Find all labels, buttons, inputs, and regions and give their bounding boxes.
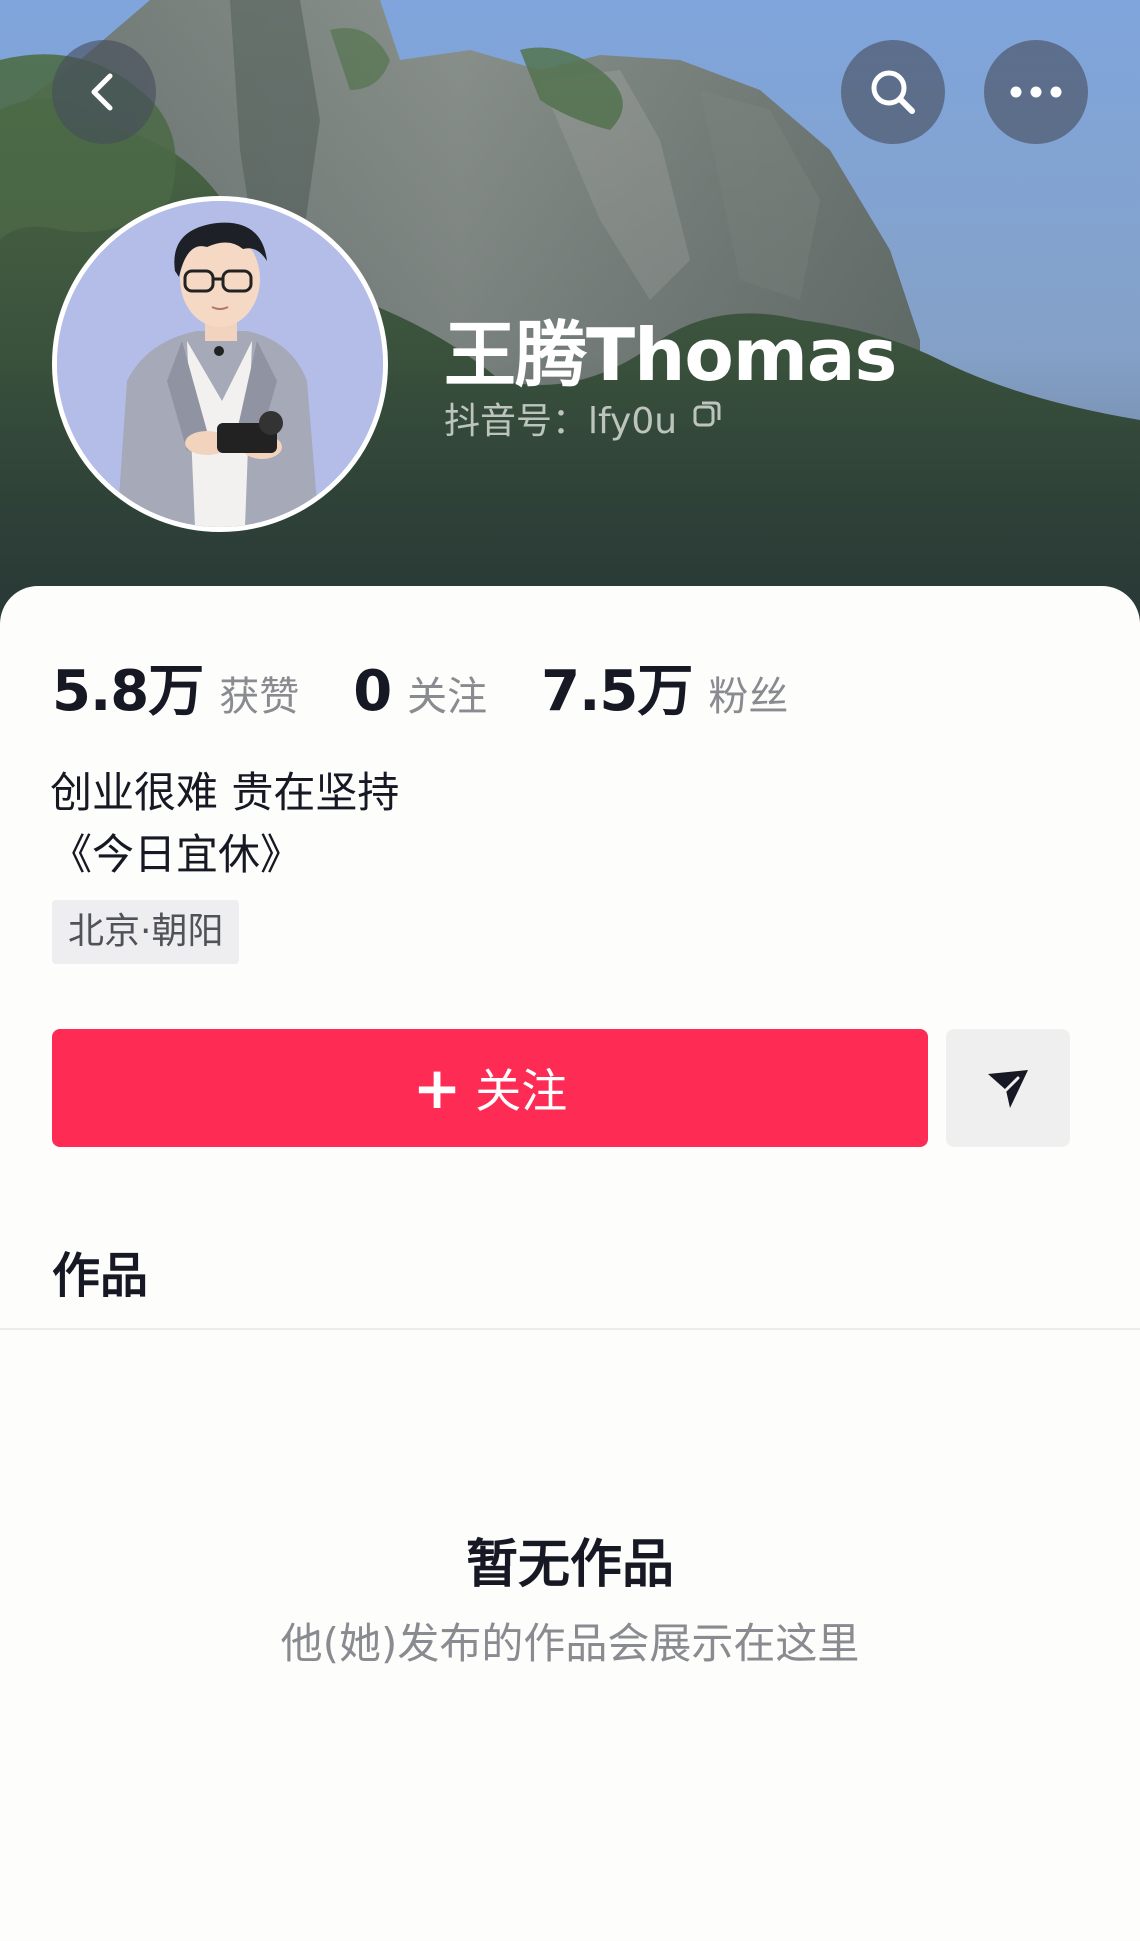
send-message-button[interactable] (946, 1029, 1070, 1147)
likes-count: 5.8万 (52, 659, 204, 724)
search-button[interactable] (841, 40, 945, 144)
profile-card: 5.8万 获赞 0 关注 7.5万 粉丝 创业很难 贵在坚持 《今日宜休》 北京… (0, 586, 1140, 1941)
following-label: 关注 (407, 674, 488, 720)
profile-stats: 5.8万 获赞 0 关注 7.5万 粉丝 (52, 646, 842, 727)
likes-label: 获赞 (219, 674, 300, 720)
profile-name: 王腾Thomas (444, 313, 897, 397)
avatar[interactable] (52, 196, 388, 532)
more-button[interactable] (984, 40, 1088, 144)
douyin-id-text: 抖音号：lfy0u (444, 401, 678, 442)
empty-state-title: 暂无作品 (465, 1535, 674, 1595)
plus-icon: + (412, 1054, 462, 1122)
tab-works[interactable]: 作品 (52, 1236, 148, 1306)
following-count: 0 (353, 659, 392, 724)
stat-followers[interactable]: 7.5万 粉丝 (541, 646, 788, 727)
tab-divider (0, 1328, 1140, 1330)
location-tag: 北京·朝阳 (52, 900, 240, 964)
followers-label: 粉丝 (708, 674, 789, 720)
profile-cover: 王腾Thomas 抖音号：lfy0u (0, 0, 1140, 640)
send-message-icon (988, 1070, 1028, 1108)
follow-button[interactable]: + 关注 (52, 1029, 928, 1147)
back-button[interactable] (52, 40, 156, 144)
stat-following[interactable]: 0 关注 (353, 659, 487, 724)
douyin-id: 抖音号：lfy0u (444, 392, 723, 444)
search-icon (871, 70, 915, 114)
empty-state-subtitle: 他(她)发布的作品会展示在这里 (280, 1619, 860, 1668)
follow-label: 关注 (475, 1064, 568, 1118)
stat-likes[interactable]: 5.8万 获赞 (52, 646, 299, 727)
avatar-illustration (57, 201, 383, 527)
followers-count: 7.5万 (541, 659, 693, 724)
profile-bio: 创业很难 贵在坚持 《今日宜休》 (50, 762, 399, 886)
bio-line-1: 创业很难 贵在坚持 (50, 768, 400, 817)
copy-icon[interactable] (691, 398, 723, 439)
more-icon (1010, 86, 1062, 98)
bio-line-2: 《今日宜休》 (50, 830, 303, 879)
back-chevron-icon (91, 73, 113, 111)
